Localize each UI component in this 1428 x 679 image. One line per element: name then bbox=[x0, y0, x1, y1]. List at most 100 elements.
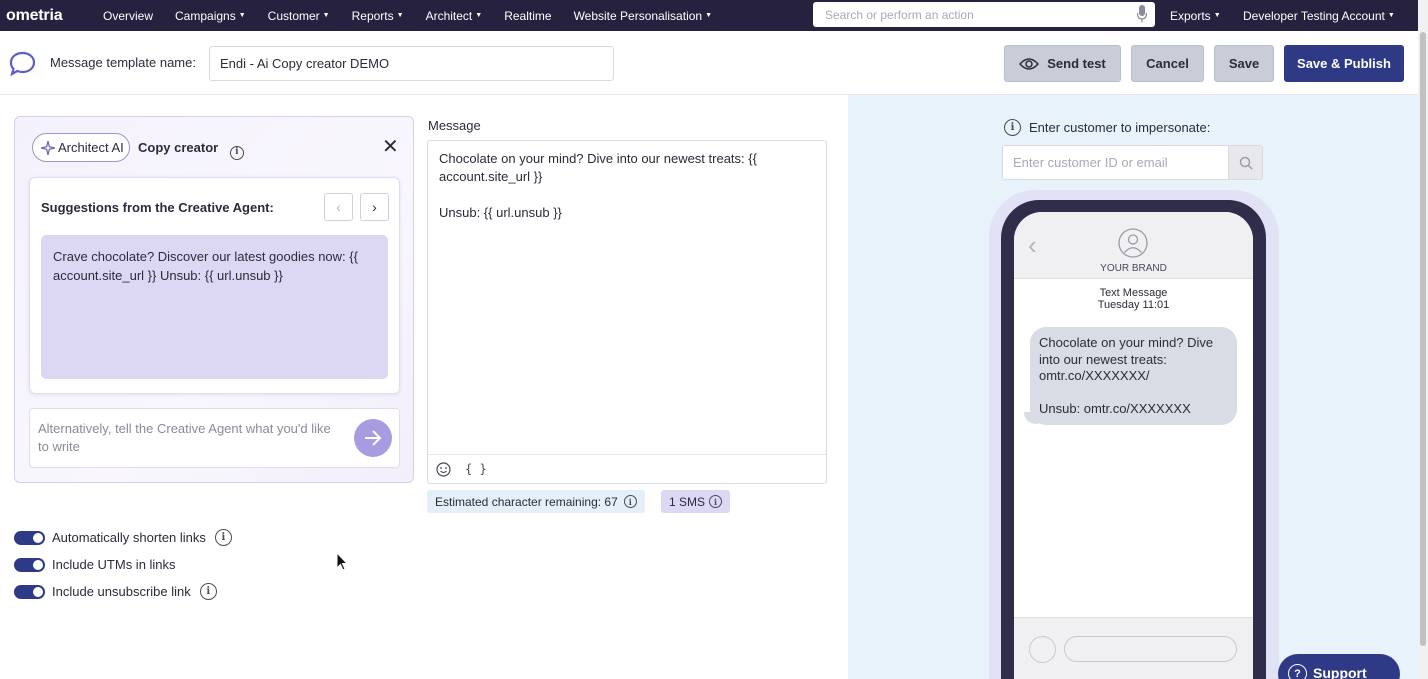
message-body[interactable]: Chocolate on your mind? Dive into our ne… bbox=[439, 150, 809, 222]
sparkle-icon bbox=[41, 140, 55, 155]
close-icon[interactable]: ✕ bbox=[382, 137, 399, 157]
exports-menu[interactable]: Exports ▼ bbox=[1170, 0, 1221, 31]
message-time: Tuesday 11:01 bbox=[1097, 299, 1170, 311]
brand-name: YOUR BRAND bbox=[1100, 263, 1167, 274]
caret-down-icon: ▼ bbox=[1387, 12, 1395, 19]
caret-down-icon: ▼ bbox=[322, 12, 330, 19]
phone-compose-bar bbox=[1014, 617, 1253, 679]
save-publish-button[interactable]: Save & Publish bbox=[1284, 45, 1404, 82]
message-type: Text Message bbox=[1099, 287, 1168, 299]
account-menu[interactable]: Developer Testing Account ▼ bbox=[1243, 0, 1395, 31]
phone-header: ‹ YOUR BRAND bbox=[1014, 212, 1253, 279]
nav-customer[interactable]: Customer ▼ bbox=[257, 9, 341, 23]
support-label: Support bbox=[1313, 665, 1367, 679]
nav-overview[interactable]: Overview bbox=[92, 9, 164, 23]
nav-reports[interactable]: Reports ▼ bbox=[341, 9, 415, 23]
global-search-input[interactable]: Search or perform an action bbox=[813, 2, 1155, 27]
eye-icon bbox=[1019, 57, 1040, 70]
exports-label: Exports bbox=[1170, 8, 1211, 23]
mouse-cursor-icon bbox=[336, 552, 348, 571]
search-placeholder: Search or perform an action bbox=[825, 7, 974, 22]
toggle-include-utms[interactable]: Include UTMs in links bbox=[14, 557, 176, 572]
info-icon[interactable]: i bbox=[1004, 119, 1021, 136]
suggestions-card: Suggestions from the Creative Agent: ‹ ›… bbox=[29, 177, 400, 394]
compose-field bbox=[1064, 636, 1237, 662]
nav-architect[interactable]: Architect ▼ bbox=[415, 9, 494, 23]
caret-down-icon: ▼ bbox=[1213, 12, 1221, 19]
nav-campaigns[interactable]: Campaigns ▼ bbox=[164, 9, 257, 23]
architect-ai-badge: Architect AI bbox=[32, 133, 130, 162]
info-icon[interactable]: i bbox=[709, 495, 723, 508]
copy-creator-panel: Architect AI Copy creator i ✕ Suggestion… bbox=[14, 116, 414, 483]
customer-search-button[interactable] bbox=[1228, 145, 1263, 180]
nav-label: Overview bbox=[103, 8, 154, 23]
send-prompt-button[interactable] bbox=[354, 419, 392, 457]
page-scrollbar[interactable] bbox=[1418, 0, 1428, 679]
ometria-logo[interactable]: ometria bbox=[6, 7, 92, 25]
toggle-label: Automatically shorten links bbox=[52, 530, 206, 545]
caret-down-icon: ▼ bbox=[475, 12, 483, 19]
template-header: Message template name: Endi - Ai Copy cr… bbox=[0, 31, 1418, 95]
phone-mockup: ‹ YOUR BRAND Text Message Tuesday 11:01 … bbox=[1001, 200, 1266, 679]
cancel-button[interactable]: Cancel bbox=[1131, 45, 1204, 82]
nav-realtime[interactable]: Realtime bbox=[493, 9, 562, 23]
creative-agent-prompt-input[interactable]: Alternatively, tell the Creative Agent w… bbox=[29, 408, 400, 468]
nav-label: Customer bbox=[267, 8, 320, 23]
toggle-switch[interactable] bbox=[14, 557, 45, 572]
scrollbar-thumb[interactable] bbox=[1420, 32, 1426, 646]
info-icon[interactable]: i bbox=[623, 495, 637, 508]
toggle-label: Include UTMs in links bbox=[52, 557, 176, 572]
message-editor[interactable]: Chocolate on your mind? Dive into our ne… bbox=[427, 140, 827, 484]
characters-remaining-text: Estimated character remaining: 67 bbox=[435, 494, 618, 509]
copy-creator-title: Copy creator i bbox=[138, 140, 244, 160]
info-icon[interactable]: i bbox=[229, 145, 244, 160]
phone-screen: ‹ YOUR BRAND Text Message Tuesday 11:01 … bbox=[1014, 212, 1253, 679]
variables-icon[interactable]: { } bbox=[465, 462, 487, 476]
save-button[interactable]: Save bbox=[1214, 45, 1274, 82]
message-meta: Text Message Tuesday 11:01 bbox=[1014, 287, 1253, 311]
camera-icon bbox=[1029, 636, 1056, 663]
impersonate-label: i Enter customer to impersonate: bbox=[1004, 119, 1210, 136]
template-name-label: Message template name: bbox=[50, 55, 196, 70]
architect-ai-label: Architect AI bbox=[58, 140, 124, 155]
sms-count-badge: 1 SMS i bbox=[661, 490, 731, 513]
previous-suggestion-button[interactable]: ‹ bbox=[324, 193, 353, 221]
toggle-shorten-links[interactable]: Automatically shorten links i bbox=[14, 529, 232, 546]
next-suggestion-button[interactable]: › bbox=[360, 193, 389, 221]
caret-down-icon: ▼ bbox=[705, 12, 713, 19]
message-toolbar: { } bbox=[428, 454, 826, 483]
caret-down-icon: ▼ bbox=[396, 12, 404, 19]
impersonate-label-text: Enter customer to impersonate: bbox=[1029, 120, 1211, 135]
message-label: Message bbox=[428, 118, 481, 133]
toggle-unsubscribe-link[interactable]: Include unsubscribe link i bbox=[14, 583, 217, 600]
arrow-right-icon bbox=[365, 430, 382, 446]
chat-bubble-icon bbox=[9, 51, 36, 76]
microphone-icon[interactable] bbox=[1137, 5, 1147, 23]
sms-preview-bubble: Chocolate on your mind? Dive into our ne… bbox=[1030, 327, 1237, 425]
caret-down-icon: ▼ bbox=[238, 12, 246, 19]
prompt-placeholder: Alternatively, tell the Creative Agent w… bbox=[38, 421, 331, 454]
user-avatar-icon bbox=[1118, 228, 1148, 258]
suggestion-text[interactable]: Crave chocolate? Discover our latest goo… bbox=[41, 235, 388, 379]
nav-label: Realtime bbox=[504, 8, 552, 23]
template-name-input[interactable]: Endi - Ai Copy creator DEMO bbox=[209, 46, 614, 81]
support-button[interactable]: ? Support bbox=[1278, 654, 1400, 679]
sms-count-text: 1 SMS bbox=[669, 494, 706, 509]
info-icon[interactable]: i bbox=[199, 583, 217, 600]
toggle-switch[interactable] bbox=[14, 530, 45, 545]
chevron-left-icon: ‹ bbox=[336, 199, 341, 215]
emoji-icon[interactable] bbox=[436, 461, 451, 477]
search-icon bbox=[1239, 156, 1253, 170]
nav-label: Architect bbox=[425, 8, 473, 23]
toggle-switch[interactable] bbox=[14, 584, 45, 599]
send-test-label: Send test bbox=[1047, 56, 1106, 71]
send-test-button[interactable]: Send test bbox=[1004, 45, 1121, 82]
customer-id-input[interactable]: Enter customer ID or email bbox=[1002, 145, 1229, 180]
account-label: Developer Testing Account bbox=[1243, 8, 1385, 23]
toggle-label: Include unsubscribe link bbox=[52, 584, 191, 599]
nav-label: Website Personalisation bbox=[573, 8, 703, 23]
info-icon[interactable]: i bbox=[214, 529, 232, 546]
top-nav: ometria Overview Campaigns ▼ Customer ▼ Re… bbox=[0, 0, 1428, 31]
nav-website-personalisation[interactable]: Website Personalisation ▼ bbox=[563, 9, 723, 23]
copy-creator-title-text: Copy creator bbox=[138, 140, 219, 155]
